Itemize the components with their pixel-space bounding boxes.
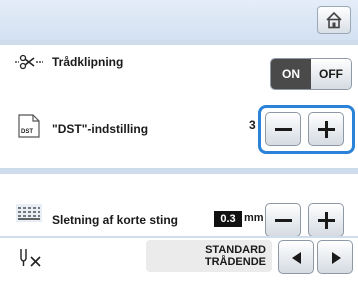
divider (0, 40, 358, 45)
short-stitch-plus-button[interactable] (308, 203, 344, 237)
thread-end-icon (18, 247, 44, 272)
thread-end-option-line1: STANDARD (205, 244, 266, 256)
arrow-right-icon (332, 252, 341, 264)
short-stitch-unit: mm (244, 212, 264, 224)
home-icon (326, 11, 342, 29)
thread-cut-label: Trådklipning (52, 55, 124, 69)
short-stitch-minus-button[interactable] (265, 203, 301, 237)
dst-value-fragment: 3 (249, 118, 256, 132)
thread-end-next-button[interactable] (317, 240, 353, 274)
divider (0, 168, 358, 174)
short-stitch-icon (16, 204, 42, 227)
toggle-off-option[interactable]: OFF (311, 59, 351, 89)
dst-minus-button[interactable] (265, 112, 301, 146)
short-stitch-label: Sletning af korte sting (52, 213, 179, 227)
thread-end-prev-button[interactable] (278, 240, 314, 274)
top-bar (0, 0, 358, 40)
dst-file-tag: DST (21, 129, 33, 135)
thread-end-option-line2: TRÅDENDE (204, 256, 266, 268)
thread-end-option-display: STANDARD TRÅDENDE (146, 240, 272, 272)
thread-cut-icon (14, 53, 44, 76)
toggle-on-option[interactable]: ON (271, 59, 311, 89)
short-stitch-value: 0.3 (214, 211, 242, 227)
dst-file-icon: DST (18, 114, 40, 143)
dst-setting-label: "DST"-indstilling (52, 122, 149, 136)
thread-cut-toggle[interactable]: ON OFF (270, 58, 352, 90)
divider (0, 236, 358, 238)
arrow-left-icon (292, 252, 301, 264)
dst-plus-button[interactable] (308, 112, 344, 146)
home-button[interactable] (317, 6, 351, 34)
